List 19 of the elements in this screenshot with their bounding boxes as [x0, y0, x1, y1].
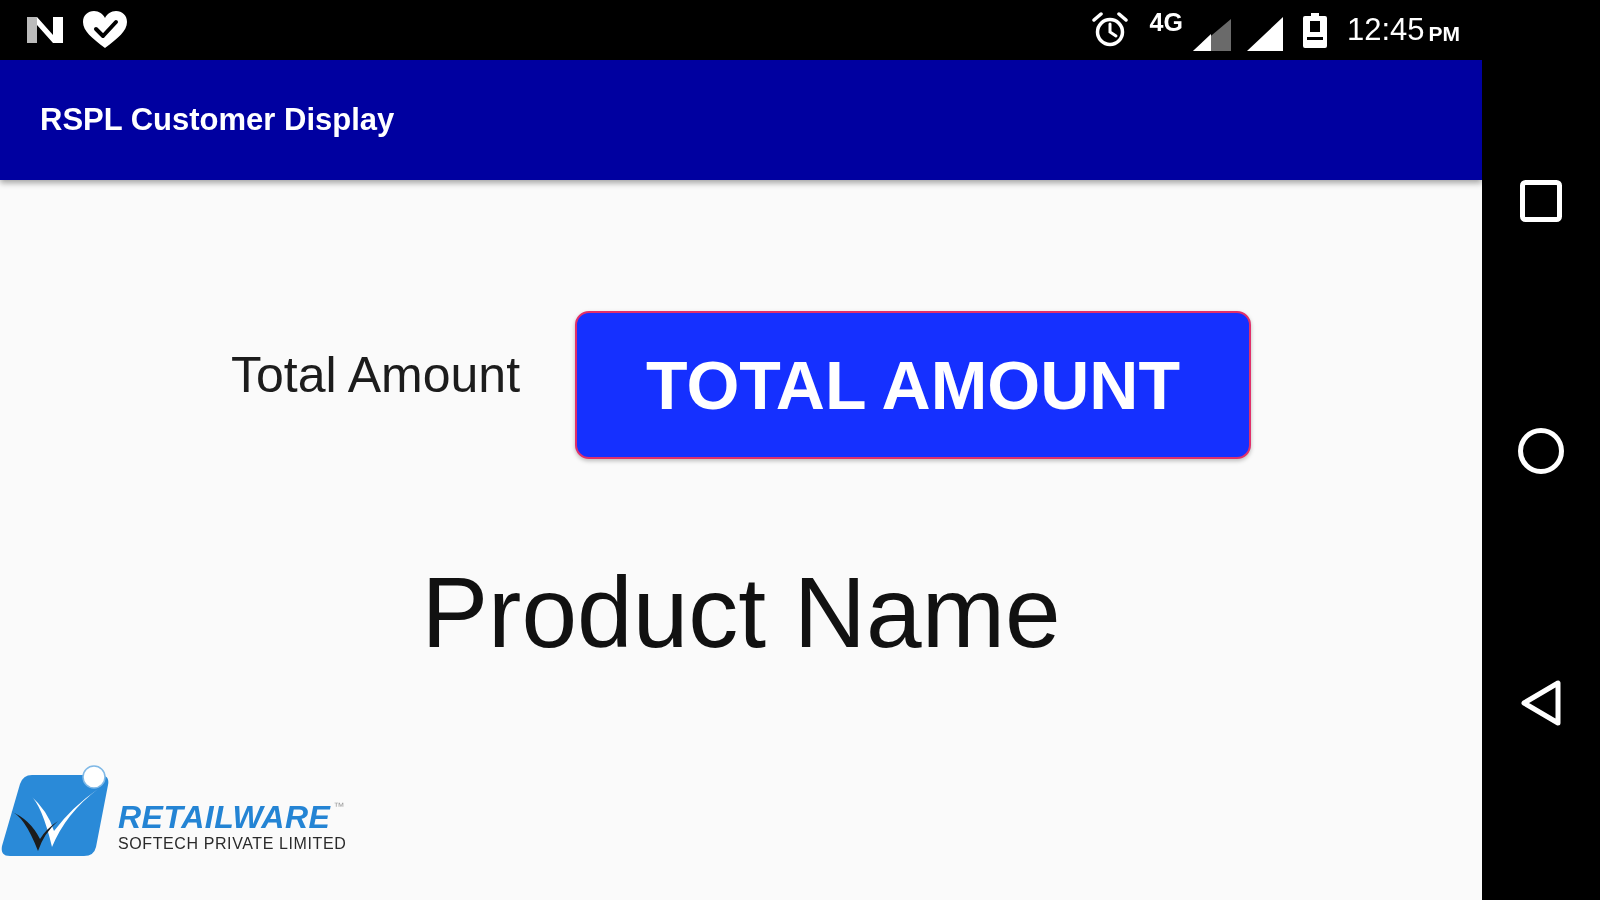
- network-type: 4G: [1149, 8, 1183, 36]
- alarm-clock-icon: [1091, 12, 1128, 48]
- brand-name: RETAILWARE: [118, 800, 331, 834]
- app-title: RSPL Customer Display: [40, 102, 395, 138]
- signal-icon: [1192, 19, 1231, 51]
- square-icon[interactable]: [1520, 180, 1562, 222]
- heart-check-icon: [82, 10, 128, 50]
- app-notification-icon: [25, 15, 65, 45]
- trademark-mark: ™: [333, 800, 345, 812]
- clock-period: PM: [1428, 22, 1460, 46]
- battery-icon: [1302, 12, 1327, 48]
- clock-time: 12:45: [1346, 12, 1425, 48]
- signal-icon: [1246, 17, 1283, 51]
- back-icon[interactable]: [1520, 680, 1562, 726]
- total-amount-label: Total Amount: [230, 346, 521, 404]
- product-name: Product Name: [421, 555, 1061, 670]
- home-circle-icon[interactable]: [1518, 428, 1564, 474]
- brand-tagline: SOFTECH PRIVATE LIMITED: [118, 834, 347, 854]
- total-amount-button[interactable]: TOTAL AMOUNT: [575, 311, 1252, 459]
